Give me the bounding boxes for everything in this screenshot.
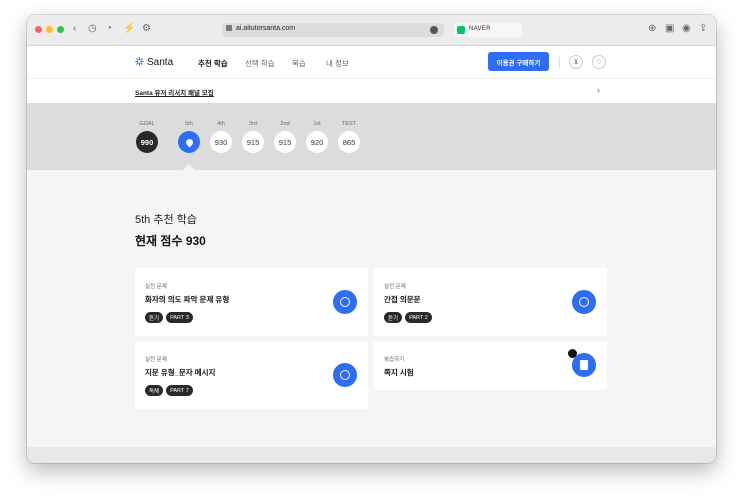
buy-pass-button[interactable]: 이용권 구매하기: [488, 52, 549, 71]
start-practice-button[interactable]: [333, 363, 357, 387]
card-title: 간접 의문문: [384, 295, 421, 304]
bookmark-naver[interactable]: NAVER: [454, 23, 522, 37]
score-2nd: 915: [274, 131, 296, 153]
reader-icon[interactable]: [430, 26, 438, 34]
score-label-1st: 1st: [313, 121, 321, 127]
card-category: 실전 문제: [384, 284, 406, 290]
nav-selective[interactable]: 선택 학습: [245, 58, 275, 69]
card-tags: 듣기 PART 2: [384, 312, 432, 323]
score-goal: 990: [136, 131, 158, 153]
card-tags: 듣기 PART 3: [145, 312, 193, 323]
current-round-marker[interactable]: [178, 131, 200, 153]
download-icon[interactable]: ⊕: [648, 23, 656, 35]
score-1st: 920: [306, 131, 328, 153]
note-icon: [580, 360, 588, 370]
santa-icon[interactable]: ◔: [106, 23, 112, 35]
settings-icon[interactable]: ⚙: [142, 23, 151, 35]
card-practice-2[interactable]: 실전 문제 간접 의문문 듣기 PART 2: [374, 268, 607, 336]
current-round-pointer: [183, 164, 195, 170]
score-history: GOAL 990 5th 4th 930 3rd 915 2nd 915 1st…: [27, 103, 716, 170]
lock-icon: [226, 25, 232, 31]
bookmark-label: NAVER: [469, 26, 491, 32]
logo-text[interactable]: Santa: [147, 57, 173, 68]
bolt-icon[interactable]: ⚡: [123, 23, 135, 35]
cart-icon[interactable]: ⊻: [569, 55, 583, 69]
card-tags: 독해 PART 7: [145, 385, 193, 396]
score-label-3rd: 3rd: [249, 121, 257, 127]
site-header: Santa 추천 학습 선택 학습 복습 내 정보 이용권 구매하기 ⊻ ♢: [27, 46, 716, 78]
banner-link[interactable]: Santa 유저 리서치 패널 모집: [135, 87, 214, 97]
score-label-goal: GOAL: [139, 121, 155, 127]
lock-badge-icon: [568, 349, 577, 358]
bell-icon[interactable]: ♢: [592, 55, 606, 69]
card-category: 실전 문제: [145, 284, 167, 290]
research-banner[interactable]: Santa 유저 리서치 패널 모집 ›: [27, 78, 716, 104]
score-test: 865: [338, 131, 360, 153]
card-category: 실전 문제: [145, 357, 167, 363]
card-title: 쪽지 시험: [384, 368, 414, 377]
history-icon[interactable]: ◷: [88, 23, 97, 35]
zoom-window-button[interactable]: [57, 26, 64, 33]
naver-logo-icon: [457, 26, 465, 34]
address-bar[interactable]: ai.aitutorsanta.com: [222, 23, 444, 37]
search-circle-icon: [579, 297, 589, 307]
location-pin-icon: [184, 137, 194, 147]
notion-icon[interactable]: ▣: [665, 23, 674, 35]
score-label-5th: 5th: [185, 121, 193, 127]
score-4th: 930: [210, 131, 232, 153]
nav-recommended[interactable]: 추천 학습: [198, 58, 228, 69]
santa-logo-icon: [135, 57, 144, 66]
nav-my-info[interactable]: 내 정보: [326, 58, 349, 69]
page-footer: [27, 447, 716, 463]
start-practice-button[interactable]: [333, 290, 357, 314]
tag-section: 듣기: [145, 312, 164, 323]
search-circle-icon: [340, 297, 350, 307]
search-circle-icon: [340, 370, 350, 380]
back-icon[interactable]: ‹: [73, 23, 76, 35]
score-3rd: 915: [242, 131, 264, 153]
tag-part: PART 2: [405, 312, 432, 323]
close-window-button[interactable]: [35, 26, 42, 33]
card-review-quiz[interactable]: 복습하기 쪽지 시험: [374, 341, 607, 390]
chevron-right-icon[interactable]: ›: [597, 85, 600, 95]
card-practice-1[interactable]: 실전 문제 화자의 의도 파악 문제 유형 듣기 PART 3: [135, 268, 368, 336]
card-title: 지문 유형_문자 메시지: [145, 368, 216, 377]
score-label-test: TEST: [341, 121, 357, 127]
share-icon[interactable]: ⇪: [699, 23, 707, 35]
card-category: 복습하기: [384, 357, 405, 363]
extension-icon[interactable]: ◉: [682, 23, 691, 35]
browser-toolbar: ‹ ◷ ◔ ⚡ ⚙ ai.aitutorsanta.com NAVER ⊕ ▣ …: [27, 15, 716, 46]
url-text: ai.aitutorsanta.com: [236, 25, 296, 32]
round-subtitle: 5th 추천 학습: [135, 214, 197, 226]
tag-section: 독해: [145, 385, 164, 396]
score-label-2nd: 2nd: [280, 121, 290, 127]
score-label-4th: 4th: [217, 121, 225, 127]
nav-review[interactable]: 복습: [292, 58, 306, 69]
tag-part: PART 3: [166, 312, 193, 323]
tag-part: PART 7: [166, 385, 193, 396]
start-practice-button[interactable]: [572, 290, 596, 314]
card-title: 화자의 의도 파악 문제 유형: [145, 295, 230, 304]
tag-section: 듣기: [384, 312, 403, 323]
current-score-title: 현재 점수 930: [135, 234, 206, 248]
minimize-window-button[interactable]: [46, 26, 53, 33]
browser-window: ‹ ◷ ◔ ⚡ ⚙ ai.aitutorsanta.com NAVER ⊕ ▣ …: [27, 15, 716, 463]
header-divider: [559, 57, 560, 68]
card-practice-3[interactable]: 실전 문제 지문 유형_문자 메시지 독해 PART 7: [135, 341, 368, 409]
